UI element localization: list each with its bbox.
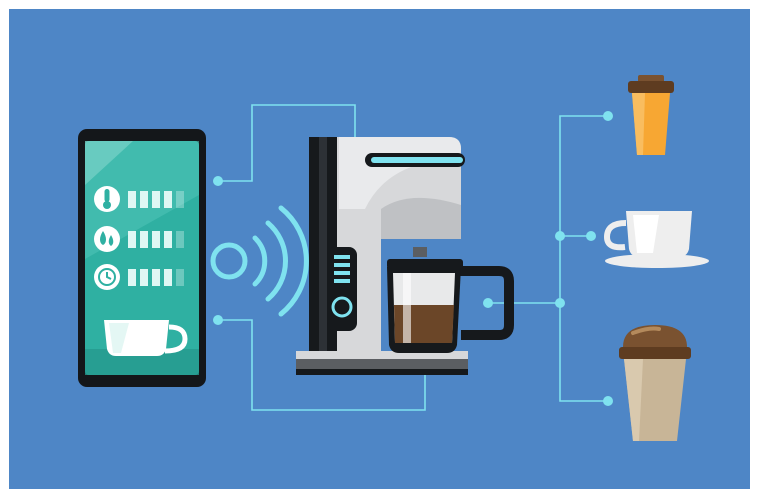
dot [603,396,613,406]
dot [213,176,223,186]
dot [213,315,223,325]
dot [603,111,613,121]
dot [586,231,596,241]
illustration-frame [0,0,759,503]
dot [483,298,493,308]
scene-svg [9,9,750,489]
smart-coffee-illustration [9,9,750,489]
dot [555,298,565,308]
smartphone-icon [78,129,206,387]
control-panel [327,247,357,331]
dot [555,231,565,241]
water-drop-icon [94,226,120,252]
